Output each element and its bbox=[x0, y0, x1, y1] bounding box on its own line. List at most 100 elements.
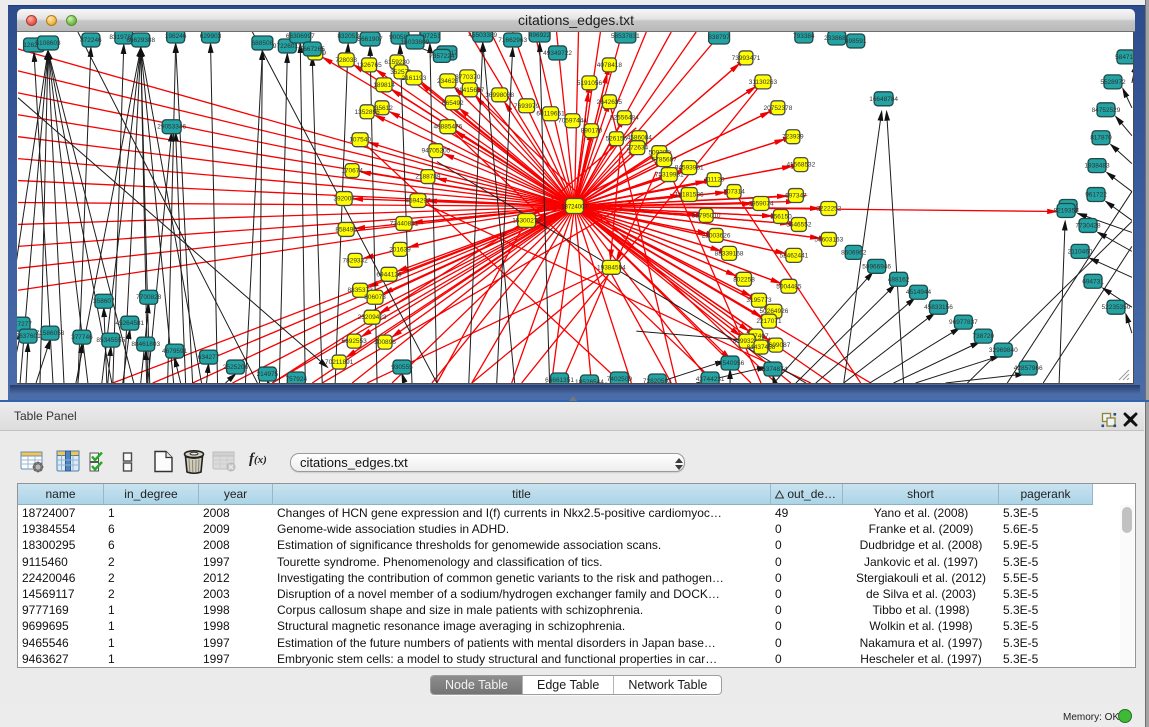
svg-text:793384: 793384 bbox=[793, 33, 815, 40]
svg-text:817870: 817870 bbox=[1090, 135, 1112, 142]
svg-text:23209423: 23209423 bbox=[358, 314, 387, 321]
svg-text:392004: 392004 bbox=[333, 196, 355, 203]
svg-text:19384554: 19384554 bbox=[597, 264, 626, 271]
svg-text:738720: 738720 bbox=[973, 333, 995, 340]
svg-text:75319931: 75319931 bbox=[655, 172, 684, 179]
svg-text:85345555: 85345555 bbox=[96, 337, 125, 344]
svg-text:88461803: 88461803 bbox=[131, 341, 160, 348]
svg-text:4514944: 4514944 bbox=[906, 289, 932, 296]
svg-text:82556484: 82556484 bbox=[610, 115, 639, 122]
svg-text:358607: 358607 bbox=[93, 298, 115, 305]
svg-text:1959074: 1959074 bbox=[748, 201, 774, 208]
svg-text:11540956: 11540956 bbox=[716, 360, 745, 367]
svg-text:930555: 930555 bbox=[391, 364, 413, 371]
svg-text:20752378: 20752378 bbox=[764, 105, 793, 112]
svg-text:8606962: 8606962 bbox=[841, 249, 867, 256]
svg-text:16648784: 16648784 bbox=[869, 96, 898, 103]
svg-text:2217071: 2217071 bbox=[756, 318, 782, 325]
svg-text:66629388: 66629388 bbox=[126, 37, 155, 44]
svg-text:5191056: 5191056 bbox=[577, 80, 603, 87]
svg-text:7730428: 7730428 bbox=[1075, 222, 1101, 229]
svg-text:411120: 411120 bbox=[704, 177, 725, 184]
svg-text:1352896: 1352896 bbox=[354, 109, 380, 116]
svg-text:707314: 707314 bbox=[723, 189, 745, 196]
svg-text:3195773: 3195773 bbox=[746, 297, 772, 304]
svg-text:50603163: 50603163 bbox=[814, 236, 843, 243]
svg-text:16033809: 16033809 bbox=[401, 39, 430, 46]
svg-text:5108603: 5108603 bbox=[35, 40, 61, 47]
svg-text:91415657: 91415657 bbox=[455, 87, 484, 94]
svg-text:170674: 170674 bbox=[341, 168, 363, 175]
svg-text:272634: 272634 bbox=[627, 145, 649, 152]
svg-text:2642635: 2642635 bbox=[597, 99, 623, 106]
svg-text:694731: 694731 bbox=[1082, 278, 1104, 285]
svg-text:728038: 728038 bbox=[335, 57, 357, 64]
svg-text:3222252: 3222252 bbox=[816, 205, 842, 212]
svg-text:3770370: 3770370 bbox=[455, 74, 481, 81]
svg-text:52462441: 52462441 bbox=[779, 252, 808, 259]
svg-text:52235350: 52235350 bbox=[1102, 304, 1131, 311]
svg-text:526156: 526156 bbox=[606, 136, 628, 143]
svg-text:496922: 496922 bbox=[529, 32, 551, 39]
svg-text:498591: 498591 bbox=[845, 38, 867, 45]
svg-text:7693979: 7693979 bbox=[514, 103, 540, 110]
svg-text:201639: 201639 bbox=[389, 246, 411, 253]
svg-text:1326765: 1326765 bbox=[356, 62, 382, 69]
svg-text:2110460: 2110460 bbox=[1068, 248, 1093, 255]
svg-text:45833156: 45833156 bbox=[924, 304, 953, 311]
svg-text:665492: 665492 bbox=[442, 100, 464, 107]
svg-text:697347: 697347 bbox=[785, 193, 807, 200]
svg-text:4078418: 4078418 bbox=[597, 62, 623, 69]
svg-text:198246: 198246 bbox=[165, 33, 187, 40]
svg-text:18181586: 18181586 bbox=[675, 192, 704, 199]
svg-text:356150: 356150 bbox=[770, 213, 792, 220]
svg-text:806073: 806073 bbox=[364, 294, 386, 301]
svg-text:2188789: 2188789 bbox=[415, 174, 441, 181]
svg-text:4679591: 4679591 bbox=[162, 348, 188, 355]
svg-text:21003626: 21003626 bbox=[702, 232, 731, 239]
svg-text:787277: 787277 bbox=[17, 321, 32, 328]
svg-text:107540: 107540 bbox=[349, 137, 371, 144]
svg-text:66661351: 66661351 bbox=[545, 377, 574, 384]
svg-text:49349722: 49349722 bbox=[543, 50, 572, 57]
svg-text:629903: 629903 bbox=[200, 33, 222, 40]
svg-text:2525206: 2525206 bbox=[223, 364, 249, 371]
svg-text:70211891: 70211891 bbox=[325, 359, 354, 366]
svg-text:84752529: 84752529 bbox=[1092, 107, 1121, 114]
svg-text:8219358: 8219358 bbox=[1054, 207, 1080, 214]
svg-text:802258: 802258 bbox=[733, 276, 755, 283]
svg-text:7402509: 7402509 bbox=[607, 376, 633, 383]
svg-text:45503389: 45503389 bbox=[468, 32, 497, 39]
svg-text:2161193: 2161193 bbox=[402, 75, 427, 82]
svg-text:5785687: 5785687 bbox=[652, 157, 678, 164]
svg-text:5667265: 5667265 bbox=[300, 46, 326, 53]
svg-text:73440831: 73440831 bbox=[390, 220, 419, 227]
svg-text:36998038: 36998038 bbox=[485, 92, 514, 99]
svg-text:41568532: 41568532 bbox=[786, 162, 815, 169]
svg-text:58537831: 58537831 bbox=[611, 33, 640, 40]
svg-text:488162: 488162 bbox=[888, 276, 910, 283]
svg-text:300896: 300896 bbox=[374, 339, 396, 346]
svg-text:94705205: 94705205 bbox=[422, 148, 451, 155]
svg-text:7357224: 7357224 bbox=[429, 53, 455, 60]
svg-text:634277: 634277 bbox=[198, 354, 220, 361]
svg-text:31130263: 31130263 bbox=[749, 79, 778, 86]
svg-text:890170: 890170 bbox=[581, 128, 603, 135]
svg-text:43744231: 43744231 bbox=[696, 376, 725, 383]
svg-text:58966946: 58966946 bbox=[862, 263, 891, 270]
svg-text:32969840: 32969840 bbox=[989, 347, 1018, 354]
svg-text:7700828: 7700828 bbox=[136, 294, 162, 301]
svg-text:189814: 189814 bbox=[373, 82, 395, 89]
svg-text:40885476: 40885476 bbox=[433, 124, 462, 131]
svg-text:97226012: 97226012 bbox=[273, 43, 302, 50]
svg-text:4594297: 4594297 bbox=[405, 198, 431, 205]
svg-text:872246: 872246 bbox=[80, 37, 102, 44]
svg-text:3646552: 3646552 bbox=[786, 221, 812, 228]
svg-text:6944126: 6944126 bbox=[376, 271, 402, 278]
svg-text:1938483: 1938483 bbox=[1084, 163, 1110, 170]
svg-text:71662963: 71662963 bbox=[498, 37, 527, 44]
svg-text:25374874: 25374874 bbox=[759, 366, 788, 373]
svg-text:72820592: 72820592 bbox=[643, 378, 672, 384]
svg-text:60119651: 60119651 bbox=[536, 111, 565, 118]
svg-text:961722: 961722 bbox=[1085, 192, 1107, 199]
